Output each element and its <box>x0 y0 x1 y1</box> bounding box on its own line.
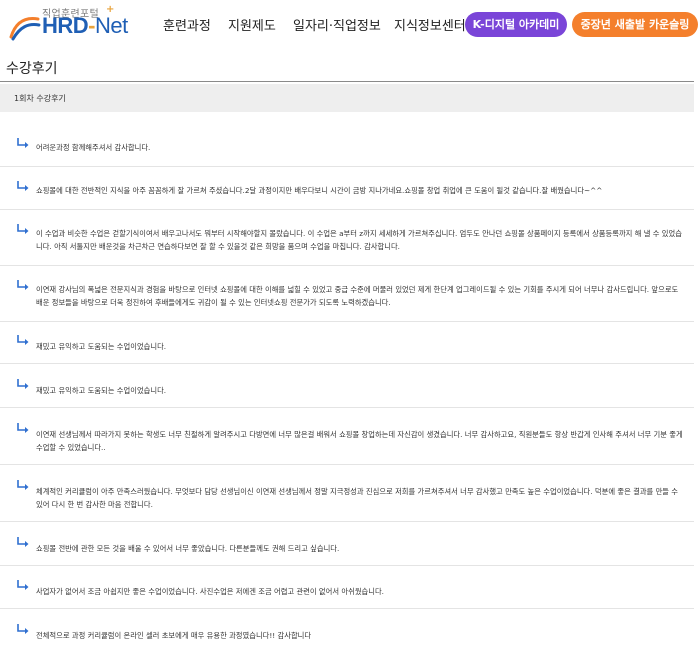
nav-item-knowledge[interactable]: 지식정보센터 <box>394 15 466 34</box>
review-item: 어려운과정 함께해주셔서 감사합니다. <box>0 126 694 167</box>
reply-arrow-icon <box>17 138 29 148</box>
review-text: 쇼핑몰 전반에 관한 모든 것을 배울 수 있어서 너무 좋았습니다. 다른분들… <box>36 544 340 553</box>
midlife-counseling-button[interactable]: 중장년 새출발 카운슬링 <box>572 12 698 37</box>
hrd-net-logo[interactable]: 직업훈련포털 + HRD-Net <box>8 3 133 47</box>
review-item: 이연재 강사님의 폭넓은 전문지식과 경험을 바탕으로 인터넷 쇼핑몰에 대한 … <box>0 266 694 322</box>
logo-word-dash: - <box>88 13 95 38</box>
review-item: 쇼핑몰에 대한 전반적인 지식을 아주 꼼꼼하게 잘 가르쳐 주셨습니다.2달 … <box>0 167 694 210</box>
review-item: 재밌고 유익하고 도움되는 수업이었습니다. <box>0 364 694 408</box>
review-text: 재밌고 유익하고 도움되는 수업이었습니다. <box>36 342 167 351</box>
reply-arrow-icon <box>17 224 29 234</box>
review-text: 이 수업과 비슷한 수업은 걷할기식이여서 배우고나서도 뭐부터 시작해야할지 … <box>36 229 682 251</box>
review-item: 체계적인 커리큘럼이 아주 만족스러웠습니다. 무엇보다 담당 선생님이신 이연… <box>0 465 694 522</box>
logo-word-net: Net <box>95 13 128 38</box>
review-item: 전체적으로 과정 커리큘럼이 온라인 셀러 초보에게 매우 유용한 과정였습니다… <box>0 609 694 654</box>
reply-arrow-icon <box>17 624 29 634</box>
logo-mark-icon <box>9 17 41 41</box>
review-item: 사업자가 없어서 조금 아쉽지만 좋은 수업이었습니다. 사진수업은 저에겐 조… <box>0 566 694 609</box>
reply-arrow-icon <box>17 335 29 345</box>
section-header: 1회차 수강후기 <box>0 84 694 112</box>
review-item: 쇼핑몰 전반에 관한 모든 것을 배울 수 있어서 너무 좋았습니다. 다른분들… <box>0 522 694 566</box>
reply-arrow-icon <box>17 537 29 547</box>
site-header: 직업훈련포털 + HRD-Net 훈련과정 지원제도 일자리·직업정보 지식정보… <box>0 0 700 52</box>
review-text: 어려운과정 함께해주셔서 감사합니다. <box>36 143 151 152</box>
review-text: 체계적인 커리큘럼이 아주 만족스러웠습니다. 무엇보다 담당 선생님이신 이연… <box>36 487 679 509</box>
reply-arrow-icon <box>17 480 29 490</box>
review-item: 재밌고 유익하고 도움되는 수업이었습니다. <box>0 322 694 364</box>
review-text: 쇼핑몰에 대한 전반적인 지식을 아주 꼼꼼하게 잘 가르쳐 주셨습니다.2달 … <box>36 186 603 195</box>
nav-item-training[interactable]: 훈련과정 <box>163 15 211 34</box>
k-digital-academy-button[interactable]: K-디지털 아카데미 <box>465 12 567 37</box>
reply-arrow-icon <box>17 280 29 290</box>
title-divider <box>0 81 694 82</box>
reply-arrow-icon <box>17 423 29 433</box>
logo-wordmark: HRD-Net <box>42 13 128 39</box>
nav-item-jobs[interactable]: 일자리·직업정보 <box>293 15 381 34</box>
nav-item-support[interactable]: 지원제도 <box>228 15 276 34</box>
review-item: 이 수업과 비슷한 수업은 걷할기식이여서 배우고나서도 뭐부터 시작해야할지 … <box>0 210 694 266</box>
review-text: 재밌고 유익하고 도움되는 수업이었습니다. <box>36 386 167 395</box>
review-text: 이연재 강사님의 폭넓은 전문지식과 경험을 바탕으로 인터넷 쇼핑몰에 대한 … <box>36 285 679 307</box>
logo-word-hrd: HRD <box>42 13 89 38</box>
section-label: 1회차 수강후기 <box>14 94 66 103</box>
page-title: 수강후기 <box>6 61 58 77</box>
review-text: 사업자가 없어서 조금 아쉽지만 좋은 수업이었습니다. 사진수업은 저에겐 조… <box>36 587 384 596</box>
reply-arrow-icon <box>17 379 29 389</box>
review-item: 이연재 선생님께서 따라가지 못하는 학생도 너무 친절하게 알려주시고 다방면… <box>0 408 694 465</box>
review-text: 이연재 선생님께서 따라가지 못하는 학생도 너무 친절하게 알려주시고 다방면… <box>36 430 683 452</box>
reply-arrow-icon <box>17 181 29 191</box>
reply-arrow-icon <box>17 580 29 590</box>
review-text: 전체적으로 과정 커리큘럼이 온라인 셀러 초보에게 매우 유용한 과정였습니다… <box>36 631 312 640</box>
